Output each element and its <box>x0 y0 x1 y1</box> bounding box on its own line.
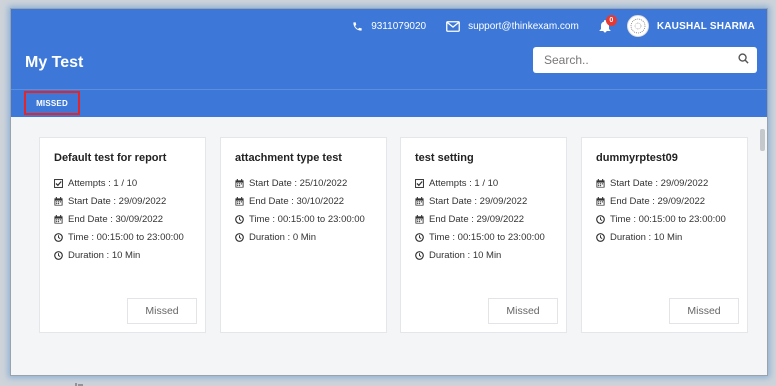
detail-row: End Date : 29/09/2022 <box>596 192 726 210</box>
detail-text: Duration : 10 Min <box>610 231 683 243</box>
missed-status-button[interactable]: Missed <box>127 298 197 324</box>
test-details: Start Date : 25/10/2022 End Date : 30/10/… <box>235 174 365 246</box>
detail-text: Attempts : 1 / 10 <box>68 177 138 189</box>
mail-icon <box>446 20 460 32</box>
detail-text: Start Date : 29/09/2022 <box>68 195 167 207</box>
detail-text: End Date : 29/09/2022 <box>429 213 525 225</box>
test-details: Attempts : 1 / 10 Start Date : 29/09/2022… <box>415 174 545 264</box>
detail-text: Time : 00:15:00 to 23:00:00 <box>429 231 545 243</box>
calendar-icon <box>235 178 244 188</box>
detail-text: Attempts : 1 / 10 <box>429 177 499 189</box>
clock-icon <box>415 232 424 242</box>
email-contact[interactable]: support@thinkexam.com <box>446 21 579 32</box>
calendar-icon <box>596 196 605 206</box>
clock-icon <box>54 232 63 242</box>
phone-icon <box>352 21 363 32</box>
test-card[interactable]: dummyrptest09 Start Date : 29/09/2022 End … <box>581 137 748 333</box>
detail-row: Start Date : 29/09/2022 <box>415 192 545 210</box>
detail-text: End Date : 29/09/2022 <box>610 195 706 207</box>
checkbox-icon <box>54 178 63 188</box>
detail-text: Time : 00:15:00 to 23:00:00 <box>249 213 365 225</box>
detail-row: Start Date : 29/09/2022 <box>54 192 184 210</box>
detail-row: Time : 00:15:00 to 23:00:00 <box>596 210 726 228</box>
missed-status-button[interactable]: Missed <box>488 298 558 324</box>
detail-row: Time : 00:15:00 to 23:00:00 <box>415 228 545 246</box>
detail-row: End Date : 30/09/2022 <box>54 210 184 228</box>
clock-icon <box>235 232 244 242</box>
detail-row: Duration : 10 Min <box>415 246 545 264</box>
detail-text: Duration : 10 Min <box>68 249 141 261</box>
detail-row: End Date : 30/10/2022 <box>235 192 365 210</box>
support-email: support@thinkexam.com <box>468 20 579 32</box>
calendar-icon <box>415 214 424 224</box>
missed-status-button[interactable]: Missed <box>669 298 739 324</box>
notifications-button[interactable]: 0 <box>599 14 617 33</box>
detail-row: Start Date : 29/09/2022 <box>596 174 726 192</box>
phone-number: 9311079020 <box>371 20 427 32</box>
test-card[interactable]: attachment type test Start Date : 25/10/2… <box>220 137 387 333</box>
cursor-icon <box>75 378 87 386</box>
calendar-icon <box>54 196 63 206</box>
notification-badge: 0 <box>605 14 617 26</box>
detail-row: Time : 00:15:00 to 23:00:00 <box>235 210 365 228</box>
test-title: dummyrptest09 <box>596 152 678 164</box>
detail-text: Duration : 0 Min <box>249 231 317 243</box>
detail-text: Start Date : 29/09/2022 <box>429 195 528 207</box>
header-bar: 9311079020 support@thinkexam.com 0 KAUSH… <box>11 9 767 117</box>
detail-text: Start Date : 29/09/2022 <box>610 177 709 189</box>
test-title: attachment type test <box>235 152 342 164</box>
contact-bar: 9311079020 support@thinkexam.com 0 KAUSH… <box>332 14 755 37</box>
calendar-icon <box>235 196 244 206</box>
test-card[interactable]: Default test for report Attempts : 1 / 10… <box>39 137 206 333</box>
phone-contact[interactable]: 9311079020 <box>352 21 426 32</box>
clock-icon <box>596 214 605 224</box>
detail-row: Start Date : 25/10/2022 <box>235 174 365 192</box>
avatar[interactable] <box>626 15 649 37</box>
detail-text: End Date : 30/10/2022 <box>249 195 345 207</box>
scrollbar[interactable] <box>760 129 765 151</box>
calendar-icon <box>415 196 424 206</box>
detail-row: End Date : 29/09/2022 <box>415 210 545 228</box>
search-input[interactable] <box>544 53 738 67</box>
detail-row: Time : 00:15:00 to 23:00:00 <box>54 228 184 246</box>
detail-text: Start Date : 25/10/2022 <box>249 177 348 189</box>
detail-row: Attempts : 1 / 10 <box>54 174 184 192</box>
test-details: Start Date : 29/09/2022 End Date : 29/09/… <box>596 174 726 246</box>
clock-icon <box>235 214 244 224</box>
detail-text: Time : 00:15:00 to 23:00:00 <box>68 231 184 243</box>
calendar-icon <box>596 178 605 188</box>
calendar-icon <box>54 214 63 224</box>
detail-text: Time : 00:15:00 to 23:00:00 <box>610 213 726 225</box>
test-title: Default test for report <box>54 152 167 164</box>
clock-icon <box>415 250 424 260</box>
detail-text: End Date : 30/09/2022 <box>68 213 164 225</box>
checkbox-icon <box>415 178 424 188</box>
detail-row: Attempts : 1 / 10 <box>415 174 545 192</box>
tab-bar: MISSED <box>11 89 767 117</box>
test-details: Attempts : 1 / 10 Start Date : 29/09/2022… <box>54 174 184 264</box>
test-title: test setting <box>415 152 474 164</box>
page-title: My Test <box>25 54 84 71</box>
user-name[interactable]: KAUSHAL SHARMA <box>657 21 755 32</box>
detail-row: Duration : 10 Min <box>54 246 184 264</box>
tab-missed[interactable]: MISSED <box>24 91 80 115</box>
detail-row: Duration : 10 Min <box>596 228 726 246</box>
detail-text: Duration : 10 Min <box>429 249 502 261</box>
search-box <box>533 47 757 73</box>
search-icon[interactable] <box>738 51 749 69</box>
clock-icon <box>54 250 63 260</box>
detail-row: Duration : 0 Min <box>235 228 365 246</box>
clock-icon <box>596 232 605 242</box>
test-card[interactable]: test setting Attempts : 1 / 10 Start Date … <box>400 137 567 333</box>
